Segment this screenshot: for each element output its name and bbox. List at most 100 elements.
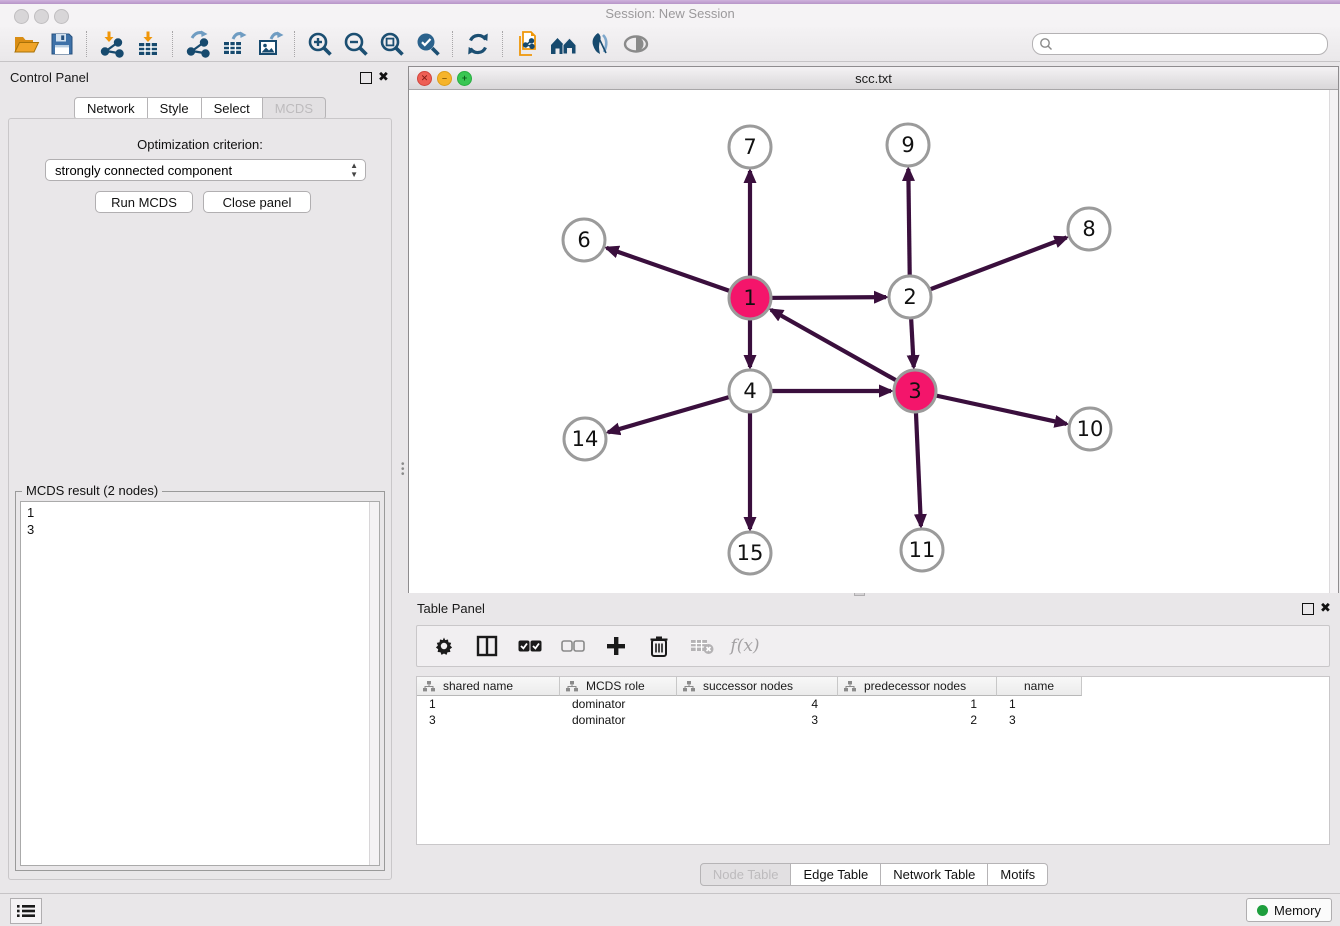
- node-6[interactable]: 6: [563, 219, 605, 261]
- tab-network[interactable]: Network: [74, 97, 148, 120]
- svg-text:2: 2: [903, 285, 916, 309]
- toggle-panel-columns-icon[interactable]: [474, 633, 500, 659]
- float-panel-icon[interactable]: [360, 72, 372, 84]
- table-row[interactable]: 3dominator323: [417, 712, 1329, 728]
- tab-node-table[interactable]: Node Table: [700, 863, 792, 886]
- app-titlebar: Session: New Session: [0, 0, 1340, 28]
- memory-label: Memory: [1274, 903, 1321, 918]
- network-window-title: scc.txt: [409, 71, 1338, 86]
- cell-shared-name[interactable]: 1: [417, 696, 560, 712]
- node-15[interactable]: 15: [729, 532, 771, 574]
- import-network-icon[interactable]: [94, 29, 130, 59]
- deselect-all-columns-icon[interactable]: [560, 633, 586, 659]
- edge-1-6[interactable]: [607, 248, 738, 294]
- column-header-MCDS-role[interactable]: MCDS role: [560, 677, 677, 696]
- select-all-columns-icon[interactable]: [517, 633, 543, 659]
- column-header-successor-nodes[interactable]: successor nodes: [677, 677, 838, 696]
- close-table-panel-icon[interactable]: ✖: [1320, 600, 1331, 616]
- zoom-in-icon[interactable]: [302, 29, 338, 59]
- memory-button[interactable]: Memory: [1246, 898, 1332, 922]
- node-3[interactable]: 3: [894, 370, 936, 412]
- edge-1-2[interactable]: [763, 297, 886, 298]
- search-box[interactable]: [1032, 33, 1328, 55]
- cell-shared-name[interactable]: 3: [417, 712, 560, 728]
- open-session-icon[interactable]: [8, 29, 44, 59]
- tab-edge-table[interactable]: Edge Table: [791, 863, 881, 886]
- edge-2-8[interactable]: [922, 238, 1066, 293]
- column-label: name: [1024, 679, 1054, 693]
- delete-column-trash-icon[interactable]: [646, 633, 672, 659]
- column-header-name[interactable]: name: [997, 677, 1082, 696]
- export-network-icon[interactable]: [180, 29, 216, 59]
- node-2[interactable]: 2: [889, 276, 931, 318]
- cell-name[interactable]: 1: [997, 696, 1082, 712]
- edge-3-11[interactable]: [916, 404, 921, 526]
- column-header-shared-name[interactable]: shared name: [417, 677, 560, 696]
- node-8[interactable]: 8: [1068, 208, 1110, 250]
- network-canvas[interactable]: 7 9 6 8 1 2 4 3 14 10 15 11: [409, 90, 1338, 593]
- hide-selected-eye-icon[interactable]: [618, 29, 654, 59]
- table-panel-title: Table Panel: [417, 601, 485, 616]
- table-settings-gear-icon[interactable]: [431, 633, 457, 659]
- save-session-icon[interactable]: [44, 29, 80, 59]
- column-header-predecessor-nodes[interactable]: predecessor nodes: [838, 677, 997, 696]
- cell-successor-nodes[interactable]: 3: [677, 712, 838, 728]
- run-mcds-button[interactable]: Run MCDS: [95, 191, 193, 213]
- home-icon[interactable]: [546, 29, 582, 59]
- mcds-result-text: 1 3: [27, 504, 34, 538]
- tab-motifs[interactable]: Motifs: [988, 863, 1048, 886]
- cell-predecessor-nodes[interactable]: 2: [838, 712, 997, 728]
- tab-style[interactable]: Style: [148, 97, 202, 120]
- zoom-out-icon[interactable]: [338, 29, 374, 59]
- cell-successor-nodes[interactable]: 4: [677, 696, 838, 712]
- table-row[interactable]: 1dominator411: [417, 696, 1329, 712]
- titlebar-accent: [0, 0, 1340, 4]
- vertical-splitter[interactable]: •••: [400, 62, 408, 893]
- application-window: Session: New Session: [0, 0, 1340, 926]
- close-panel-button[interactable]: Close panel: [203, 191, 311, 213]
- float-table-panel-icon[interactable]: [1302, 603, 1314, 615]
- edge-3-10[interactable]: [928, 394, 1067, 424]
- delete-table-icon[interactable]: [689, 633, 715, 659]
- zoom-selected-icon[interactable]: [410, 29, 446, 59]
- tab-network-table[interactable]: Network Table: [881, 863, 988, 886]
- hierarchy-icon: [423, 681, 435, 692]
- node-7[interactable]: 7: [729, 126, 771, 168]
- apply-layout-icon[interactable]: [460, 29, 496, 59]
- zoom-fit-icon[interactable]: [374, 29, 410, 59]
- task-history-list-icon[interactable]: [10, 898, 42, 924]
- node-4[interactable]: 4: [729, 370, 771, 412]
- control-panel-tabs: NetworkStyleSelectMCDS: [0, 97, 400, 120]
- result-scrollbar[interactable]: [369, 502, 379, 865]
- table-tabs: Node TableEdge TableNetwork TableMotifs: [408, 863, 1340, 886]
- style-brush-icon[interactable]: [582, 29, 618, 59]
- search-input[interactable]: [1053, 35, 1327, 53]
- export-table-icon[interactable]: [216, 29, 252, 59]
- cell-predecessor-nodes[interactable]: 1: [838, 696, 997, 712]
- node-1[interactable]: 1: [729, 277, 771, 319]
- add-column-icon[interactable]: [603, 633, 629, 659]
- network-window-titlebar[interactable]: ✕ – + scc.txt: [409, 67, 1338, 90]
- export-image-icon[interactable]: [252, 29, 288, 59]
- node-9[interactable]: 9: [887, 124, 929, 166]
- svg-text:6: 6: [577, 228, 590, 252]
- function-builder-icon[interactable]: f(x): [732, 633, 758, 659]
- edge-3-1[interactable]: [771, 310, 904, 385]
- node-11[interactable]: 11: [901, 529, 943, 571]
- network-graph[interactable]: 7 9 6 8 1 2 4 3 14 10 15 11: [409, 90, 1338, 593]
- tab-select[interactable]: Select: [202, 97, 263, 120]
- import-table-icon[interactable]: [130, 29, 166, 59]
- tab-mcds[interactable]: MCDS: [263, 97, 326, 120]
- cell-MCDS-role[interactable]: dominator: [560, 712, 677, 728]
- column-label: predecessor nodes: [864, 679, 966, 693]
- cell-MCDS-role[interactable]: dominator: [560, 696, 677, 712]
- node-14[interactable]: 14: [564, 418, 606, 460]
- optimization-criterion-select[interactable]: strongly connected component ▲▼: [45, 159, 366, 181]
- edge-4-14[interactable]: [608, 395, 737, 433]
- node-10[interactable]: 10: [1069, 408, 1111, 450]
- edge-2-9[interactable]: [908, 169, 910, 284]
- clone-network-icon[interactable]: [510, 29, 546, 59]
- close-panel-icon[interactable]: ✖: [378, 69, 389, 85]
- cell-name[interactable]: 3: [997, 712, 1082, 728]
- network-scrollbar[interactable]: [1329, 90, 1338, 593]
